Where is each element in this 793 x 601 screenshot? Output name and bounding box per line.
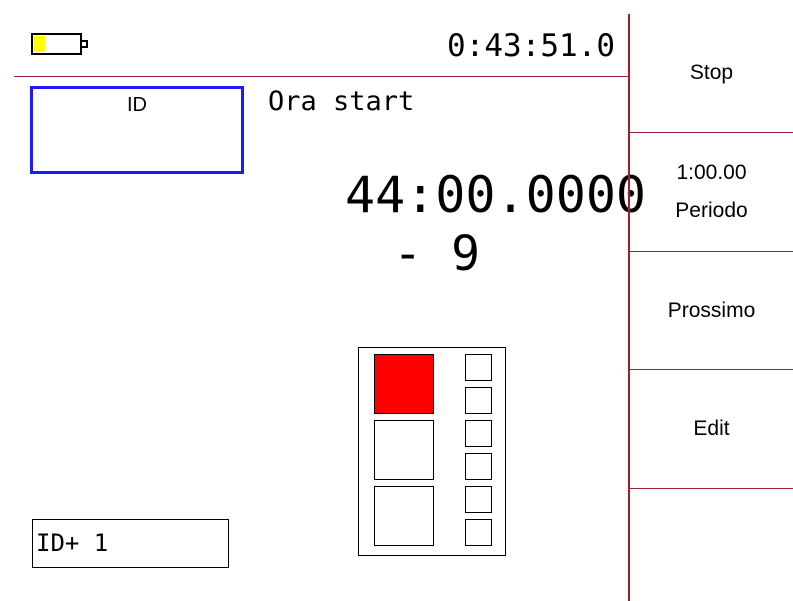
start-time-display: 44:00.0000: [345, 166, 647, 224]
battery-icon: [31, 33, 88, 55]
prossimo-button-label: Prossimo: [667, 299, 756, 322]
small-slot-3: [465, 420, 492, 447]
big-slot-3: [374, 486, 434, 546]
battery-level-fill: [34, 36, 46, 52]
small-slot-4: [465, 453, 492, 480]
sidebar: Stop 1:00.00 Periodo Prossimo Edit: [628, 14, 793, 601]
periodo-button[interactable]: 1:00.00 Periodo: [630, 133, 793, 251]
small-slot-5: [465, 486, 492, 513]
stop-button-label: Stop: [689, 61, 734, 84]
edit-button-label: Edit: [693, 417, 730, 440]
empty-softkey-button[interactable]: [630, 489, 793, 601]
big-slot-2: [374, 420, 434, 480]
clock-readout: 0:43:51.0: [447, 28, 615, 64]
id-plus-value: ID+ 1: [36, 529, 109, 557]
periodo-value: 1:00.00: [676, 161, 747, 184]
periodo-label: Periodo: [675, 199, 748, 222]
id-field-label: ID: [127, 94, 147, 116]
stop-button[interactable]: Stop: [630, 14, 793, 132]
ora-start-label: Ora start: [268, 86, 415, 117]
edit-button[interactable]: Edit: [630, 370, 793, 488]
offset-display: - 9: [393, 226, 480, 282]
big-slot-1: [374, 354, 434, 414]
slot-grid: [358, 347, 506, 556]
battery-tip: [82, 40, 88, 48]
small-slot-6: [465, 519, 492, 546]
timer-screen: 0:43:51.0 ID Ora start 44:00.0000 - 9 ID…: [0, 0, 793, 601]
small-slot-1: [465, 354, 492, 381]
id-plus-field[interactable]: ID+ 1: [32, 519, 229, 568]
id-field[interactable]: ID: [30, 86, 244, 174]
header-divider: [14, 76, 628, 77]
small-slot-2: [465, 387, 492, 414]
prossimo-button[interactable]: Prossimo: [630, 252, 793, 370]
